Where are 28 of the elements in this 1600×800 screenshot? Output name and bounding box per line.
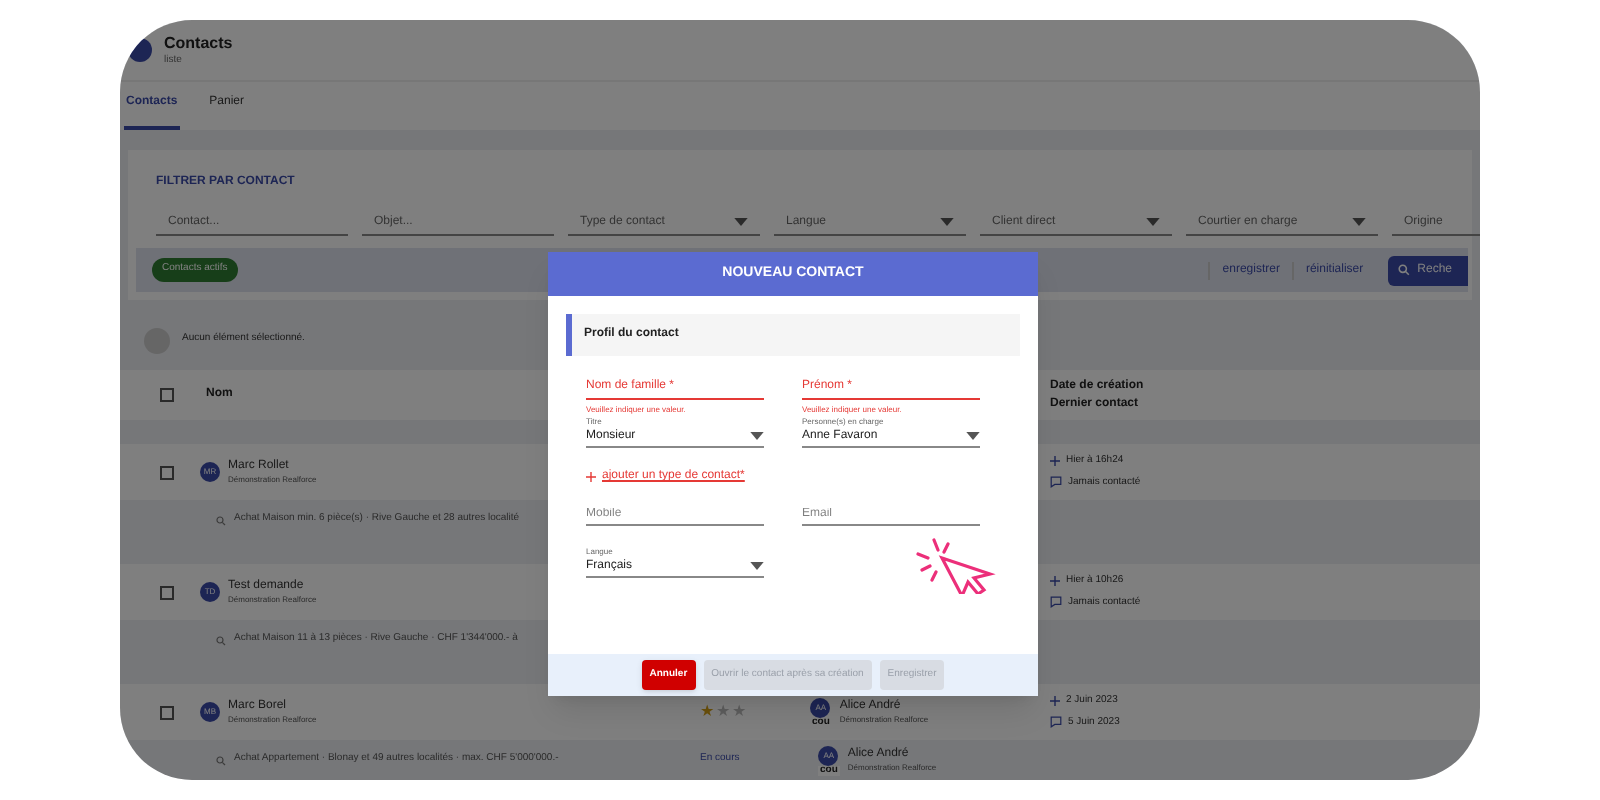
star-icon: ★ <box>716 700 730 724</box>
caret-icon <box>940 218 954 226</box>
plus-icon <box>1050 456 1060 467</box>
star-icon: ★ <box>700 700 714 724</box>
comment-icon <box>1050 716 1062 729</box>
plus-icon <box>1050 576 1060 587</box>
search-icon <box>216 635 226 645</box>
search-icon <box>1397 264 1410 276</box>
star-icon: ★ <box>732 700 746 724</box>
plus-icon <box>586 472 596 482</box>
caret-icon <box>966 432 980 440</box>
comment-icon <box>1050 596 1062 609</box>
caret-icon <box>750 432 764 440</box>
checkbox[interactable] <box>160 465 174 479</box>
cursor-click-icon <box>916 538 996 594</box>
search-icon <box>216 515 226 525</box>
comment-icon <box>1050 476 1062 489</box>
plus-icon <box>1050 696 1060 707</box>
checkbox[interactable] <box>160 705 174 719</box>
caret-icon <box>1352 218 1366 226</box>
search-icon <box>216 755 226 765</box>
app-title: Contacts <box>164 33 233 53</box>
caret-icon <box>1146 218 1160 226</box>
checkbox[interactable] <box>160 388 174 402</box>
checkbox[interactable] <box>160 585 174 599</box>
caret-icon <box>734 218 748 226</box>
logo-icon <box>128 38 152 62</box>
caret-icon <box>750 562 764 570</box>
